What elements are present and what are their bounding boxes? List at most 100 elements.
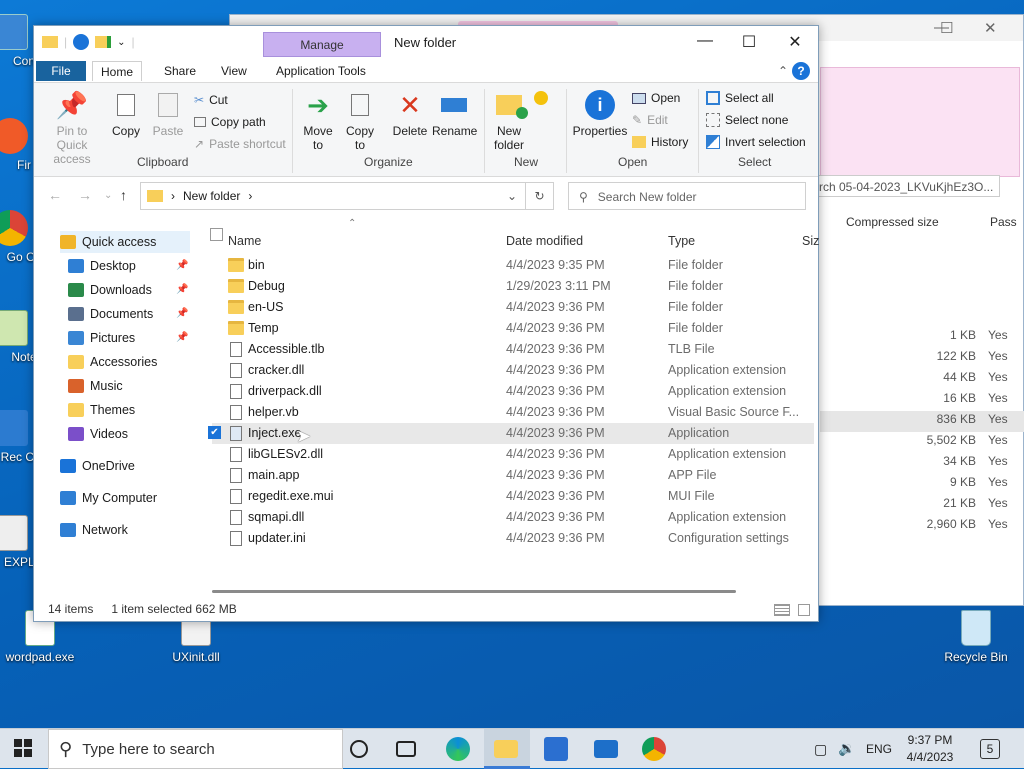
tab-share[interactable]: Share (156, 61, 204, 81)
nav-item[interactable]: Documents (68, 303, 153, 325)
file-row[interactable]: Temp 4/4/2023 9:36 PM File folder (212, 318, 814, 339)
cortana-icon[interactable] (350, 740, 368, 758)
nav-item[interactable]: Desktop (68, 255, 136, 277)
row-checkbox[interactable]: ✔ (208, 426, 221, 439)
background-maximize-button[interactable]: ☐ (940, 19, 953, 37)
nav-item[interactable]: Music (68, 375, 123, 397)
copy-path-button[interactable]: Copy path (194, 115, 266, 129)
nav-item[interactable]: Themes (68, 399, 135, 421)
edge-icon[interactable] (446, 737, 470, 761)
tab-application-tools[interactable]: Application Tools (268, 61, 374, 81)
column-size[interactable]: Siz (802, 234, 819, 248)
search-input[interactable]: ⚲ Search New folder (568, 182, 806, 210)
title-bar[interactable]: | ⌄ | Manage New folder — ☐ ✕ (34, 26, 818, 58)
file-row[interactable]: en-US 4/4/2023 9:36 PM File folder (212, 297, 814, 318)
background-close-button[interactable]: ✕ (984, 19, 997, 37)
move-to-button[interactable]: ➔ Move to (298, 89, 338, 153)
nav-item[interactable]: Accessories (68, 351, 157, 373)
chrome-icon[interactable] (642, 737, 666, 761)
file-explorer-icon[interactable] (494, 740, 518, 758)
cut-button[interactable]: ✂ Cut (194, 93, 228, 107)
file-row[interactable]: Accessible.tlb 4/4/2023 9:36 PM TLB File (212, 339, 814, 360)
file-row[interactable]: updater.ini 4/4/2023 9:36 PM Configuration… (212, 528, 814, 549)
nav-item[interactable]: Downloads (68, 279, 152, 301)
help-icon[interactable]: ? (792, 62, 810, 80)
column-date-modified[interactable]: Date modified (506, 234, 583, 248)
file-row[interactable]: main.app 4/4/2023 9:36 PM APP File (212, 465, 814, 486)
file-row[interactable]: regedit.exe.mui 4/4/2023 9:36 PM MUI File (212, 486, 814, 507)
horizontal-scrollbar[interactable] (212, 590, 736, 593)
properties-icon[interactable] (73, 34, 90, 50)
clock[interactable]: 9:37 PM 4/4/2023 (900, 733, 960, 764)
back-arrow-icon[interactable]: ← (48, 187, 62, 203)
copy-button[interactable]: Copy (108, 89, 144, 138)
tab-home[interactable]: Home (92, 61, 143, 81)
rename-button[interactable]: Rename (432, 89, 477, 138)
background-search-field[interactable]: rch 05-04-2023_LKVuKjhEz3O... (814, 175, 1000, 197)
compressed-size-header[interactable]: Compressed size (846, 215, 939, 229)
copy-to-button[interactable]: Copy to (340, 89, 380, 152)
file-row[interactable]: helper.vb 4/4/2023 9:36 PM Visual Basic So… (212, 402, 814, 423)
new-item-button[interactable] (534, 91, 548, 105)
chevron-down-icon[interactable]: ⌄ (117, 37, 125, 48)
nav-item[interactable]: Videos (68, 423, 128, 445)
file-row[interactable]: sqmapi.dll 4/4/2023 9:36 PM Application ex… (212, 507, 814, 528)
password-header[interactable]: Pass (990, 215, 1017, 229)
details-view-icon[interactable] (774, 604, 790, 616)
minimize-button[interactable]: — (690, 32, 720, 50)
invert-selection-button[interactable]: Invert selection (706, 135, 806, 149)
forward-arrow-icon[interactable]: → (78, 187, 92, 203)
properties-button[interactable]: i Properties (572, 89, 628, 138)
task-view-icon[interactable] (396, 741, 416, 757)
open-button[interactable]: Open (632, 91, 680, 105)
explorer-window[interactable]: | ⌄ | Manage New folder — ☐ ✕ File Home … (33, 25, 819, 622)
refresh-button[interactable]: ↻ (526, 182, 554, 210)
paste-button[interactable]: Paste (148, 89, 188, 138)
column-name[interactable]: Name (228, 234, 261, 248)
history-button[interactable]: History (632, 135, 688, 149)
file-row[interactable]: Debug 1/29/2023 3:11 PM File folder (212, 276, 814, 297)
file-row[interactable]: libGLESv2.dll 4/4/2023 9:36 PM Application… (212, 444, 814, 465)
breadcrumb-chevron-icon[interactable]: › (171, 189, 175, 203)
volume-icon[interactable]: 🔉 (838, 740, 855, 757)
tab-view[interactable]: View (213, 61, 255, 81)
nav-item[interactable]: Network (60, 519, 128, 541)
move-arrow-icon: ➔ (307, 89, 329, 120)
large-icons-view-icon[interactable] (798, 604, 810, 616)
breadcrumb-current[interactable]: New folder (183, 189, 240, 203)
nav-item[interactable]: My Computer (60, 487, 157, 509)
tab-file[interactable]: File (36, 61, 86, 81)
edit-button[interactable]: ✎ Edit (632, 113, 668, 127)
nav-item[interactable]: Pictures (68, 327, 135, 349)
file-row[interactable]: bin 4/4/2023 9:35 PM File folder (212, 255, 814, 276)
notifications-icon[interactable]: 5 (980, 739, 1000, 759)
recent-chevron-icon[interactable]: ⌄ (104, 190, 112, 201)
taskbar-search-input[interactable]: ⚲ Type here to search (48, 729, 343, 769)
start-windows-icon[interactable] (14, 739, 32, 757)
address-dropdown-icon[interactable]: ⌄ (507, 189, 517, 203)
desktop-icon-recycle-bin[interactable]: Recycle Bin (936, 610, 1016, 664)
tab-manage[interactable]: Manage (263, 32, 381, 57)
nav-item[interactable]: Quick access (60, 231, 190, 253)
network-tray-icon[interactable]: ▢ (814, 741, 827, 758)
new-folder-icon[interactable] (95, 36, 112, 48)
column-type[interactable]: Type (668, 234, 695, 248)
select-none-button[interactable]: Select none (706, 113, 788, 127)
file-row[interactable]: cracker.dll 4/4/2023 9:36 PM Application e… (212, 360, 814, 381)
breadcrumb-chevron-icon[interactable]: › (248, 189, 252, 203)
nav-item[interactable]: OneDrive (60, 455, 135, 477)
maximize-button[interactable]: ☐ (734, 32, 764, 52)
address-bar[interactable]: › New folder › ⌄ (140, 182, 526, 210)
up-arrow-icon[interactable]: ↑ (120, 187, 127, 203)
mail-icon[interactable] (594, 740, 618, 758)
pin-quick-access-button[interactable]: 📌 Pin to Quick access (40, 89, 104, 167)
close-button[interactable]: ✕ (780, 32, 810, 52)
new-folder-button[interactable]: New folder (490, 89, 528, 152)
select-all-button[interactable]: Select all (706, 91, 774, 105)
file-row[interactable]: driverpack.dll 4/4/2023 9:36 PM Applicatio… (212, 381, 814, 402)
delete-button[interactable]: ✕ Delete (390, 89, 430, 139)
language-indicator[interactable]: ENG (866, 742, 892, 756)
paste-shortcut-button[interactable]: ↗ Paste shortcut (194, 137, 286, 151)
store-icon[interactable] (544, 737, 568, 761)
select-all-checkbox[interactable] (210, 228, 223, 241)
